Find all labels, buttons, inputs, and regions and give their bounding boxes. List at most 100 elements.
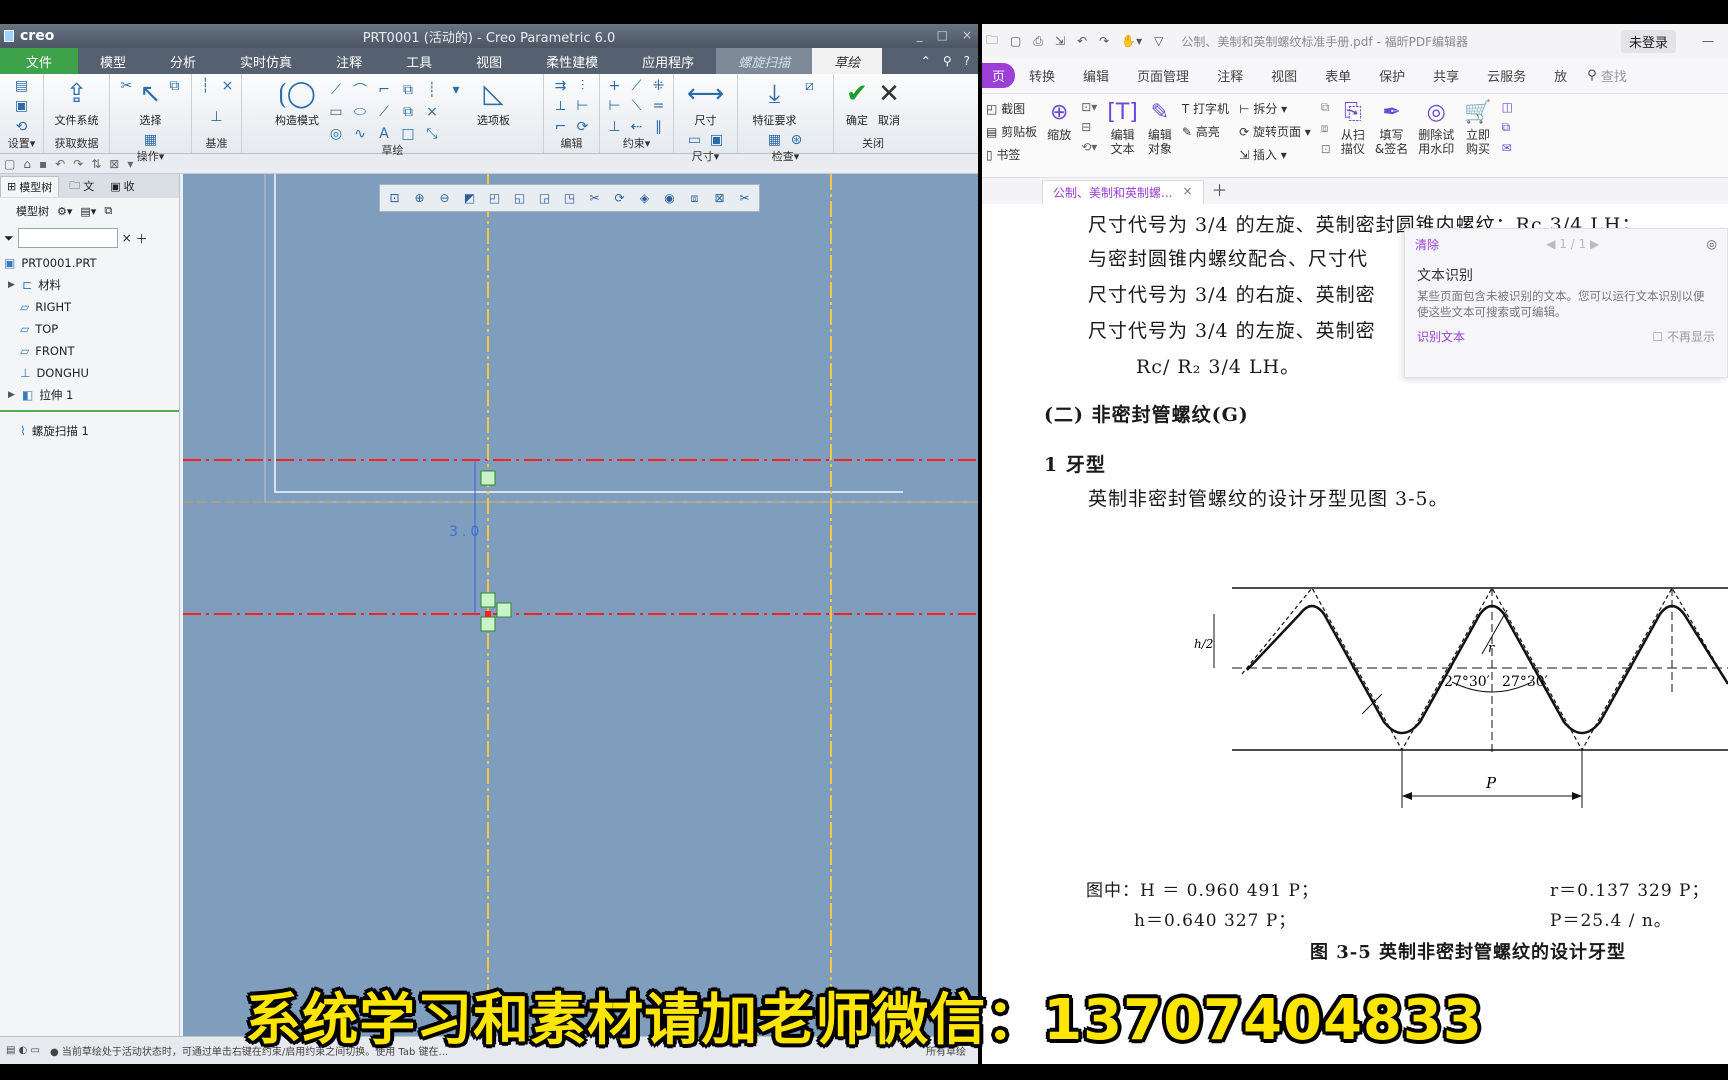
perspective-icon[interactable]: ◳ — [559, 188, 580, 208]
reference-icon[interactable]: ▣ — [13, 98, 31, 114]
palette-button[interactable]: ◺ 选项板 — [477, 78, 510, 128]
close-icon[interactable]: × — [962, 28, 972, 42]
tree-item-top[interactable]: ▱ TOP — [0, 318, 179, 340]
rotate-icon[interactable]: ⟲▾ — [1081, 140, 1097, 154]
sketch-setup-icon[interactable]: ▤ — [13, 78, 31, 94]
tree-search-input[interactable] — [17, 228, 118, 248]
group-label-setup[interactable]: 设置▾ — [8, 135, 36, 151]
sketch-filter-icon[interactable]: ✂ — [734, 188, 755, 208]
sketch-profile-line[interactable] — [274, 174, 903, 493]
close-tab-icon[interactable]: × — [1182, 184, 1192, 201]
redo-icon[interactable]: ↷ — [1099, 34, 1109, 48]
split-view-icon[interactable]: ⧈ — [1321, 121, 1331, 136]
menu-comment[interactable]: 注释 — [1203, 66, 1257, 85]
zoom-in-icon[interactable]: ⊕ — [409, 188, 430, 208]
hand-tool-icon[interactable]: ✋▾ — [1121, 34, 1142, 48]
crop-icon[interactable]: ⊡ — [1321, 142, 1331, 156]
menu-convert[interactable]: 转换 — [1015, 66, 1069, 85]
text-icon[interactable]: A — [375, 126, 393, 142]
side-icon-2[interactable]: ⧉ — [1502, 120, 1513, 135]
group-label-dimension[interactable]: 尺寸▾ — [692, 148, 720, 164]
point-sketch-icon[interactable]: × — [423, 104, 441, 120]
overlapping-geometry-icon[interactable]: ⧄ — [801, 78, 819, 94]
arc-icon[interactable]: ⌒ — [351, 82, 369, 99]
dimension-value[interactable]: 3.0 — [449, 524, 483, 540]
login-button[interactable]: 未登录 — [1620, 29, 1676, 53]
spline-icon[interactable]: ∿ — [351, 126, 369, 142]
centerline-icon[interactable]: ┆ — [197, 78, 215, 94]
thicken-icon[interactable]: ⧉ — [399, 104, 417, 120]
file-system-button[interactable]: ⇪ 文件系统 — [55, 78, 99, 128]
insert-indicator[interactable] — [0, 410, 179, 412]
tab-annotate[interactable]: 注释 — [314, 48, 384, 74]
circle-icon[interactable]: ◎ — [327, 126, 345, 142]
save-icon[interactable]: ▢ — [1010, 34, 1021, 48]
clipboard-button[interactable]: ▤ 剪贴板 — [986, 123, 1037, 140]
fill-sign-button[interactable]: ✒ 填写 &签名 — [1375, 100, 1408, 157]
repaint-icon[interactable]: ◩ — [459, 188, 480, 208]
highlight-button[interactable]: ✎ 高亮 — [1182, 123, 1229, 140]
rotate-page-button[interactable]: ⟳ 旋转页面 ▾ — [1239, 123, 1311, 140]
coordinate-system-icon[interactable]: ⊥ — [208, 109, 226, 125]
buy-now-button[interactable]: 🛒 立即 购买 — [1464, 100, 1491, 157]
menu-view[interactable]: 视图 — [1257, 66, 1311, 85]
tab-folder-browser[interactable]: 🗀 文 — [63, 175, 100, 198]
tab-live-simulation[interactable]: 实时仿真 — [218, 48, 314, 74]
constraint-marker-1[interactable] — [480, 470, 496, 486]
project-icon[interactable]: □ — [399, 126, 417, 142]
centerline-sketch-icon[interactable]: ┊ — [423, 82, 441, 98]
constraint-marker-4[interactable] — [480, 616, 496, 632]
vertical-constraint-icon[interactable]: + — [606, 78, 624, 94]
settings-icon[interactable]: ◎ — [1707, 237, 1717, 251]
edit-text-button[interactable]: [T] 编辑 文本 — [1107, 100, 1138, 157]
new-tab-icon[interactable]: ＋ — [1212, 177, 1228, 204]
chamfer-icon[interactable]: ⟋ — [375, 104, 393, 120]
tree-item-front[interactable]: ▱ FRONT — [0, 340, 179, 362]
tree-item-helical-sweep[interactable]: ⌇ 螺旋扫描 1 — [0, 420, 179, 442]
tree-item-donghu[interactable]: ⊥ DONGHU — [0, 362, 179, 384]
datum-display-icon[interactable]: ⟳ — [609, 188, 630, 208]
tab-applications[interactable]: 应用程序 — [620, 48, 716, 74]
split-button[interactable]: ⊢ 拆分 ▾ — [1239, 100, 1311, 117]
tab-favorites[interactable]: ▣ 收 — [104, 176, 140, 196]
section-icon[interactable]: ✂ — [584, 188, 605, 208]
redo-icon[interactable]: ↷ — [73, 157, 83, 171]
graphics-area[interactable]: 3.0 ⊡ ⊕ ⊖ ◩ ◰ ◱ ◲ ◳ ✂ ⟳ ◈ ◉ ⧈ ⊠ ✂ — [183, 174, 978, 1036]
maximize-icon[interactable]: □ — [937, 28, 948, 42]
sketch-view-toolbar-icon[interactable]: ⧈ — [684, 188, 705, 208]
saved-orientations-icon[interactable]: ◱ — [509, 188, 530, 208]
tab-helical-sweep[interactable]: 螺旋扫描 — [716, 48, 813, 74]
menu-protect[interactable]: 保护 — [1365, 66, 1419, 85]
tab-model[interactable]: 模型 — [78, 48, 148, 74]
horizontal-constraint-icon[interactable]: ⊢ — [606, 98, 624, 114]
group-label-operations[interactable]: 操作▾ — [137, 148, 165, 164]
tab-analysis[interactable]: 分析 — [148, 48, 218, 74]
search-icon[interactable]: ⚲ — [943, 54, 952, 68]
paste-icon[interactable]: ▦ — [142, 132, 160, 148]
parallel-constraint-icon[interactable]: ∥ — [650, 119, 668, 135]
from-scanner-button[interactable]: ⎘ 从扫 描仪 — [1341, 100, 1365, 157]
menu-home[interactable]: 页 — [982, 63, 1016, 88]
print-icon[interactable]: ⎙ — [1033, 34, 1043, 49]
dont-show-again-checkbox[interactable]: ☐ 不再显示 — [1652, 328, 1715, 345]
edit-object-button[interactable]: ✎ 编辑 对象 — [1148, 100, 1172, 157]
perpendicular-constraint-icon[interactable]: ⊥ — [606, 119, 624, 135]
csys-sketch-icon[interactable]: ⤡ — [423, 126, 441, 142]
delete-segment-icon[interactable]: ⊢ — [574, 98, 592, 114]
group-label-constrain[interactable]: 约束▾ — [623, 135, 651, 151]
insert-button[interactable]: ⇲ 插入 ▾ — [1239, 146, 1311, 163]
coincident-constraint-icon[interactable]: ⇠ — [628, 119, 646, 135]
tree-item-right[interactable]: ▱ RIGHT — [0, 296, 179, 318]
cut-icon[interactable]: ✂ — [118, 78, 136, 94]
tab-model-tree[interactable]: ⊞ 模型树 — [0, 175, 60, 197]
regenerate-icon[interactable]: ⇅ — [91, 157, 101, 171]
perimeter-icon[interactable]: ▭ — [686, 132, 704, 148]
symmetric-constraint-icon[interactable]: ⁜ — [650, 78, 668, 94]
undo-icon[interactable]: ↶ — [55, 157, 65, 171]
minimize-icon[interactable]: — — [1688, 34, 1728, 48]
typewriter-button[interactable]: T 打字机 — [1182, 100, 1229, 117]
search-icon[interactable]: ⚲ — [1587, 68, 1597, 83]
collapse-ribbon-icon[interactable]: ⌃ — [921, 54, 931, 68]
feature-requirements-button[interactable]: ⤓ 特征要求 — [753, 78, 797, 128]
dimension-button[interactable]: ⟷ 尺寸 — [687, 78, 724, 128]
